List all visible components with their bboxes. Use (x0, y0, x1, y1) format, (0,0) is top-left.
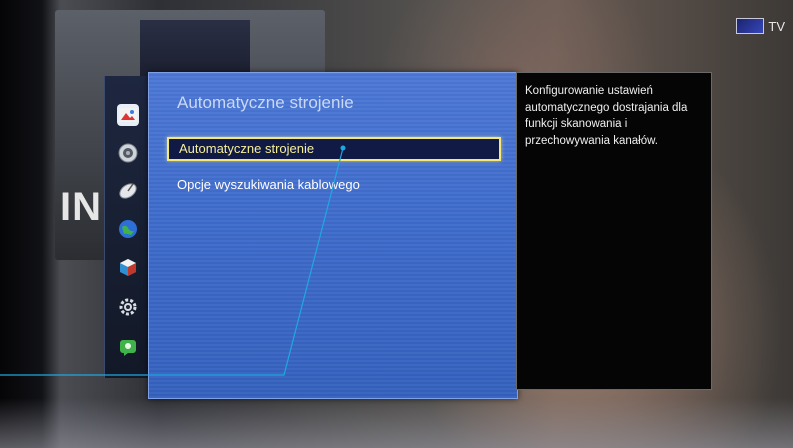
gear-icon[interactable] (117, 296, 139, 318)
menu-item-auto-tuning[interactable]: Automatyczne strojenie (167, 137, 501, 161)
background-monitor-screen (140, 20, 250, 80)
picture-icon[interactable] (117, 104, 139, 126)
tv-source-icon (736, 18, 765, 34)
box-icon[interactable] (117, 256, 139, 278)
tv-bezel-edge (0, 0, 60, 448)
help-description-panel: Konfigurowanie ustawień automatycznego d… (516, 72, 712, 390)
globe-icon[interactable] (117, 218, 139, 240)
background-floor-glow (0, 398, 793, 448)
menu-title: Automatyczne strojenie (177, 93, 354, 112)
tv-source-badge: TV (736, 18, 785, 34)
sound-icon[interactable] (117, 142, 139, 164)
help-description-text: Konfigurowanie ustawień automatycznego d… (525, 85, 688, 147)
menu-item-cable-search-options[interactable]: Opcje wyszukiwania kablowego (167, 173, 501, 197)
menu-category-sidebar (104, 76, 153, 378)
tv-source-label: TV (768, 18, 785, 34)
support-icon[interactable] (117, 336, 139, 358)
auto-tuning-menu-panel: Automatyczne strojenie Automatyczne stro… (148, 72, 518, 399)
satellite-dish-icon[interactable] (117, 180, 139, 202)
